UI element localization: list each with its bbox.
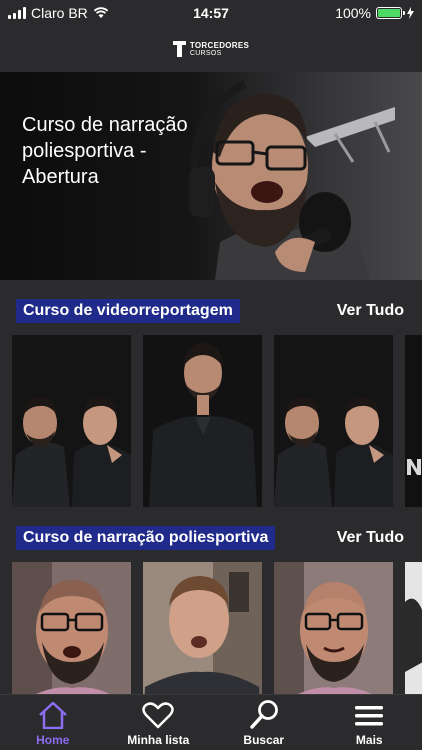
two-presenters-image	[12, 335, 131, 507]
two-presenters-image	[274, 335, 393, 507]
tab-buscar[interactable]: Buscar	[211, 695, 317, 750]
tab-label: Mais	[355, 733, 383, 747]
section-title: Curso de narração poliesportiva	[16, 526, 276, 550]
tab-home[interactable]: Home	[0, 695, 106, 750]
section-title: Curso de videorreportagem	[16, 299, 240, 323]
battery-icon	[376, 7, 405, 19]
app-logo[interactable]: TORCEDORES CURSOS	[172, 40, 250, 57]
tab-label: Buscar	[243, 733, 285, 747]
tab-mais[interactable]: Mais	[317, 695, 422, 750]
see-all-link[interactable]: Ver Tudo	[337, 529, 404, 547]
status-time: 14:57	[193, 5, 229, 21]
section-videorreportagem: Curso de videorreportagem Ver Tudo	[0, 297, 422, 507]
logo-subtitle: CURSOS	[189, 49, 222, 57]
home-icon	[38, 701, 67, 729]
status-bar: Claro BR 14:57 100%	[0, 0, 422, 26]
tab-minha-lista[interactable]: Minha lista	[106, 695, 212, 750]
course-carousel[interactable]	[12, 335, 422, 507]
tab-bar: Home Minha lista Buscar Mais	[0, 694, 422, 750]
battery-percent: 100%	[335, 5, 371, 21]
course-thumbnail[interactable]	[274, 335, 393, 507]
course-thumbnail[interactable]	[405, 335, 422, 507]
menu-icon	[355, 706, 384, 726]
partial-thumbnail-image	[405, 335, 422, 507]
app-header: TORCEDORES CURSOS	[0, 26, 422, 72]
presenter-image	[143, 335, 262, 507]
wifi-icon	[93, 7, 109, 18]
logo-mark-icon	[172, 41, 186, 57]
hero-title: Curso de narração poliesportiva - Abertu…	[22, 114, 188, 188]
see-all-link[interactable]: Ver Tudo	[337, 302, 404, 320]
course-thumbnail[interactable]	[12, 335, 131, 507]
tab-label: Home	[36, 733, 70, 747]
logo-title: TORCEDORES	[189, 40, 250, 50]
course-thumbnail[interactable]	[143, 335, 262, 507]
search-icon	[250, 700, 278, 729]
heart-icon	[142, 702, 174, 729]
signal-icon	[8, 7, 26, 19]
section-narracao-poliesportiva: Curso de narração poliesportiva Ver Tudo	[0, 524, 422, 734]
carrier-name: Claro BR	[31, 5, 88, 21]
tab-label: Minha lista	[127, 733, 190, 747]
charging-icon	[407, 7, 414, 19]
hero-banner[interactable]: Curso de narração poliesportiva - Abertu…	[0, 72, 422, 280]
